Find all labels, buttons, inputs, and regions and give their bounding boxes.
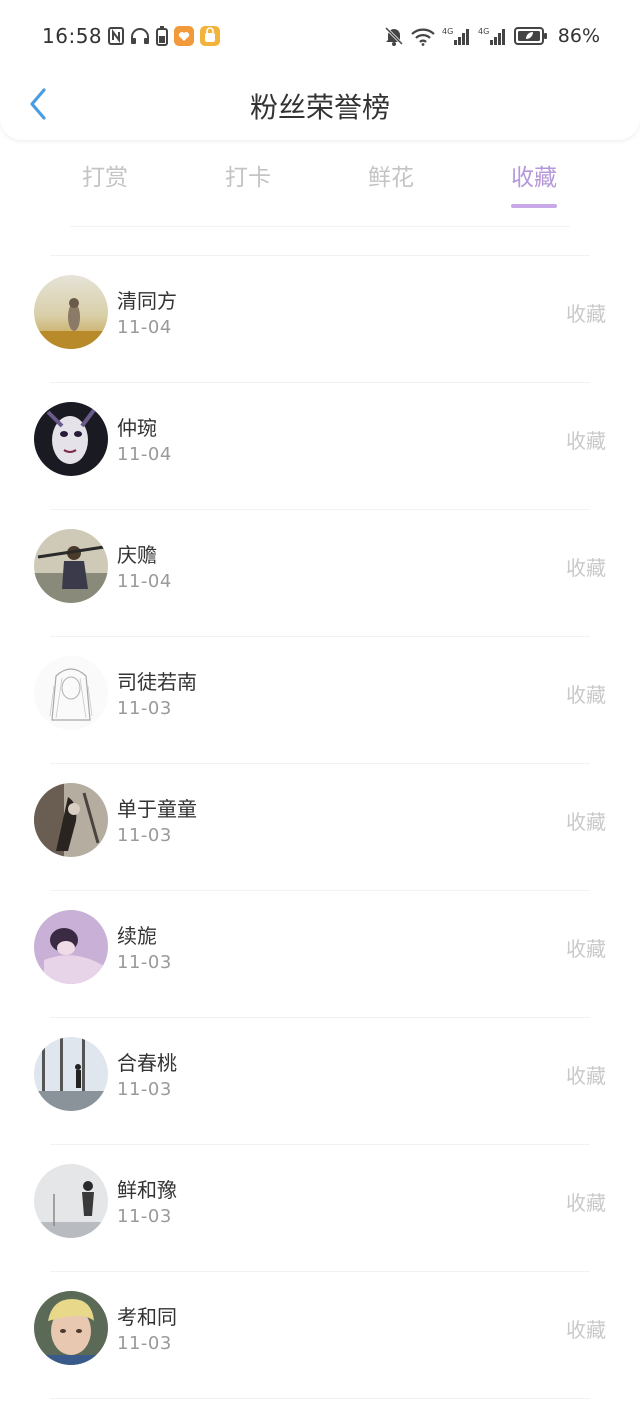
avatar[interactable] [34,783,108,857]
fan-name: 清同方 [117,289,177,313]
wifi-icon [410,26,436,46]
tab-bar: 打赏 打卡 鲜花 收藏 [0,150,640,212]
avatar[interactable] [34,275,108,349]
fan-date: 11-03 [117,1206,172,1227]
signal-4g-icon: 4G [442,26,472,46]
fan-date: 11-03 [117,825,172,846]
battery-icon [513,26,548,46]
tab-reward[interactable]: 打赏 [55,158,155,192]
bell-muted-icon [384,26,404,46]
fan-name: 司徒若南 [117,670,197,694]
fan-action: 收藏 [566,683,606,707]
fan-date: 11-04 [117,444,172,465]
fan-name: 续旎 [117,924,157,948]
page-title: 粉丝荣誉榜 [249,91,390,124]
fan-action: 收藏 [566,937,606,961]
list-item[interactable]: 续旎 11-03 收藏 [0,891,640,1017]
fan-list: 清同方 11-04 收藏 仲琬 11-04 收藏 庆赡 11-04 收藏 司徒若… [0,255,640,1399]
list-item[interactable]: 单于童童 11-03 收藏 [0,764,640,890]
fan-action: 收藏 [566,302,606,326]
fan-action: 收藏 [566,1064,606,1088]
headphones-icon [130,27,150,45]
tab-checkin[interactable]: 打卡 [198,158,298,192]
fan-date: 11-03 [117,952,172,973]
list-item[interactable]: 仲琬 11-04 收藏 [0,383,640,509]
app-bag-icon [200,26,221,46]
signal-4g-icon-2: 4G [478,26,508,46]
fan-action: 收藏 [566,1191,606,1215]
list-item[interactable]: 庆赡 11-04 收藏 [0,510,640,636]
fan-action: 收藏 [566,810,606,834]
list-item[interactable]: 清同方 11-04 收藏 [0,256,640,382]
battery-small-icon [156,26,169,46]
avatar[interactable] [34,402,108,476]
avatar[interactable] [34,910,108,984]
fan-date: 11-04 [117,571,172,592]
nav-header: 粉丝荣誉榜 [0,72,640,140]
status-bar: 16:58 4G 4G 86% [0,0,640,72]
fan-date: 11-03 [117,698,172,719]
svg-text:4G: 4G [478,27,489,36]
active-tab-indicator [511,204,557,208]
svg-text:4G: 4G [442,27,453,36]
avatar[interactable] [34,1037,108,1111]
app-heart-icon [174,26,195,46]
tab-favorites[interactable]: 收藏 [484,158,584,208]
divider [50,1398,590,1399]
avatar[interactable] [34,1164,108,1238]
nfc-icon [108,27,125,45]
fan-action: 收藏 [566,556,606,580]
status-left: 16:58 [42,24,221,48]
list-item[interactable]: 考和同 11-03 收藏 [0,1272,640,1398]
list-item[interactable]: 鲜和豫 11-03 收藏 [0,1145,640,1271]
status-right: 4G 4G 86% [384,25,600,47]
tab-favorites-label: 收藏 [511,165,557,191]
fan-action: 收藏 [566,1318,606,1342]
status-time: 16:58 [42,24,103,48]
avatar[interactable] [34,656,108,730]
battery-percent: 86% [557,25,600,47]
avatar[interactable] [34,1291,108,1365]
fan-name: 单于童童 [117,797,197,821]
fan-name: 鲜和豫 [117,1178,177,1202]
list-item[interactable]: 合春桃 11-03 收藏 [0,1018,640,1144]
list-item[interactable]: 司徒若南 11-03 收藏 [0,637,640,763]
avatar[interactable] [34,529,108,603]
fan-name: 仲琬 [117,416,157,440]
fan-date: 11-03 [117,1079,172,1100]
tab-flowers[interactable]: 鲜花 [341,158,441,192]
fan-name: 合春桃 [117,1051,177,1075]
fan-name: 考和同 [117,1305,177,1329]
divider [70,226,570,227]
fan-action: 收藏 [566,429,606,453]
fan-name: 庆赡 [117,543,157,567]
fan-date: 11-04 [117,317,172,338]
fan-date: 11-03 [117,1333,172,1354]
